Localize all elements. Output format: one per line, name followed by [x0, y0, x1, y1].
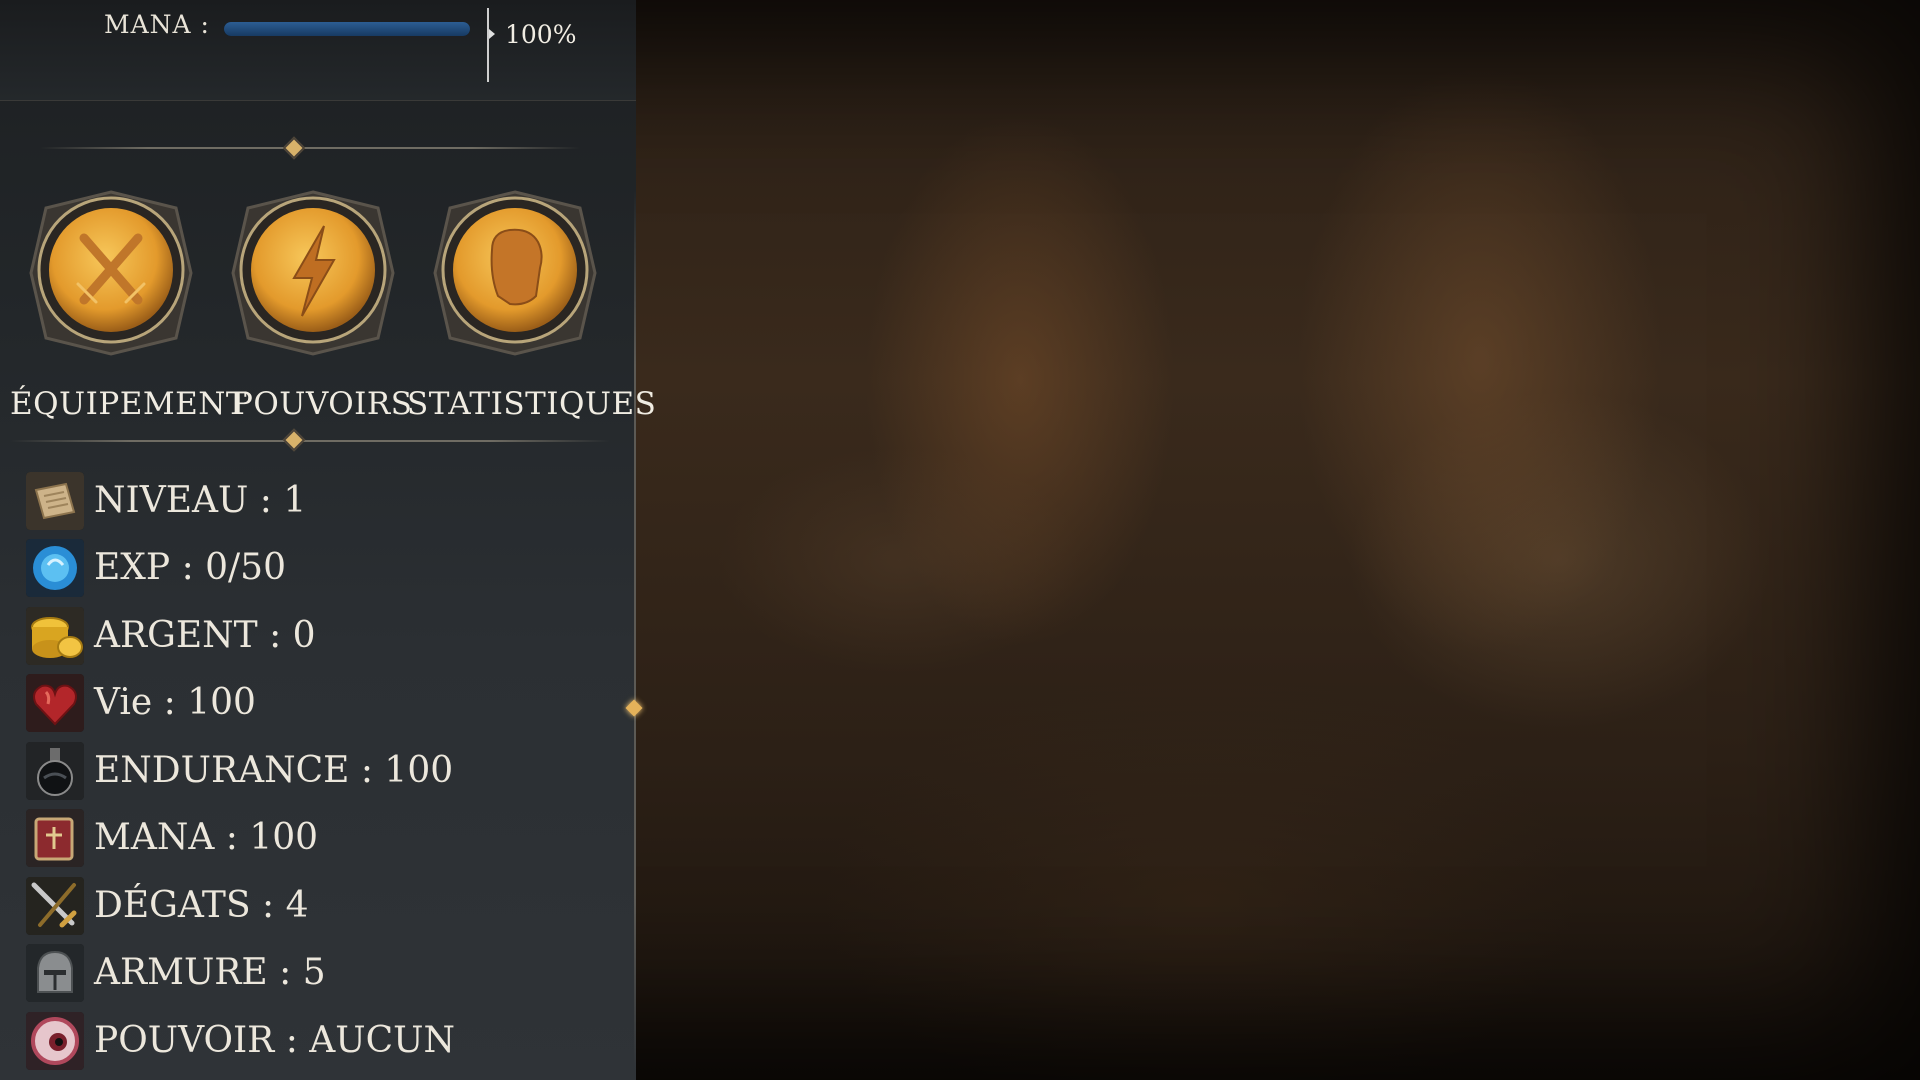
mana-bar-fill: [224, 22, 470, 36]
stat-mana-text: MANA : 100: [94, 817, 319, 858]
separator-gem-icon: [282, 136, 306, 160]
gold-coins-icon: [26, 607, 84, 665]
stat-vie-text: Vie : 100: [94, 682, 256, 723]
stat-degats: DÉGATS : 4: [26, 877, 626, 937]
stat-degats-text: DÉGATS : 4: [94, 885, 309, 926]
stat-exp-text: EXP : 0/50: [94, 547, 286, 588]
mana-label: MANA :: [104, 10, 210, 39]
mana-header: MANA : 100%: [0, 0, 636, 101]
panel-edge: [634, 190, 636, 1070]
stat-exp: EXP : 0/50: [26, 539, 626, 599]
stat-endurance-text: ENDURANCE : 100: [94, 750, 454, 791]
stat-argent: ARGENT : 0: [26, 607, 626, 667]
tabs-separator: [10, 440, 610, 442]
tab-statistiques-label[interactable]: STATISTIQUES: [407, 386, 656, 422]
fist-icon: [433, 190, 597, 356]
mana-bar: [224, 22, 470, 36]
helmet-icon: [26, 944, 84, 1002]
spellbook-icon: [26, 809, 84, 867]
sword-icon: [26, 877, 84, 935]
character-panel: MANA : 100% ÉQUIPEMENT POUVOIRS STATISTI…: [0, 0, 656, 1080]
tab-equipement[interactable]: [26, 188, 196, 358]
scroll-icon: [26, 472, 84, 530]
mana-percent: 100%: [505, 20, 577, 49]
stat-armure: ARMURE : 5: [26, 944, 626, 1004]
stat-argent-text: ARGENT : 0: [94, 615, 316, 656]
stat-endurance: ENDURANCE : 100: [26, 742, 626, 802]
stat-niveau-text: NIVEAU : 1: [94, 480, 307, 521]
eye-icon: [26, 1012, 84, 1070]
blue-orb-icon: [26, 539, 84, 597]
heart-icon: [26, 674, 84, 732]
stat-vie: Vie : 100: [26, 674, 626, 734]
stat-niveau: NIVEAU : 1: [26, 472, 626, 532]
tab-equipement-label[interactable]: ÉQUIPEMENT: [10, 386, 247, 422]
top-separator: [40, 147, 580, 149]
tabs-separator-gem-icon: [282, 428, 306, 452]
stat-pouvoir: POUVOIR : AUCUN: [26, 1012, 626, 1072]
potion-flask-icon: [26, 742, 84, 800]
tab-pouvoirs[interactable]: [228, 188, 398, 358]
tab-pouvoirs-label[interactable]: POUVOIRS: [232, 386, 412, 422]
crossed-swords-icon: [29, 190, 193, 356]
mana-arrow-icon: [489, 29, 495, 39]
tab-statistiques[interactable]: [430, 188, 600, 358]
stat-pouvoir-text: POUVOIR : AUCUN: [94, 1020, 456, 1061]
stat-armure-text: ARMURE : 5: [94, 952, 326, 993]
mana-divider: [487, 8, 489, 82]
lightning-bolt-icon: [231, 190, 395, 356]
stat-mana: MANA : 100: [26, 809, 626, 869]
